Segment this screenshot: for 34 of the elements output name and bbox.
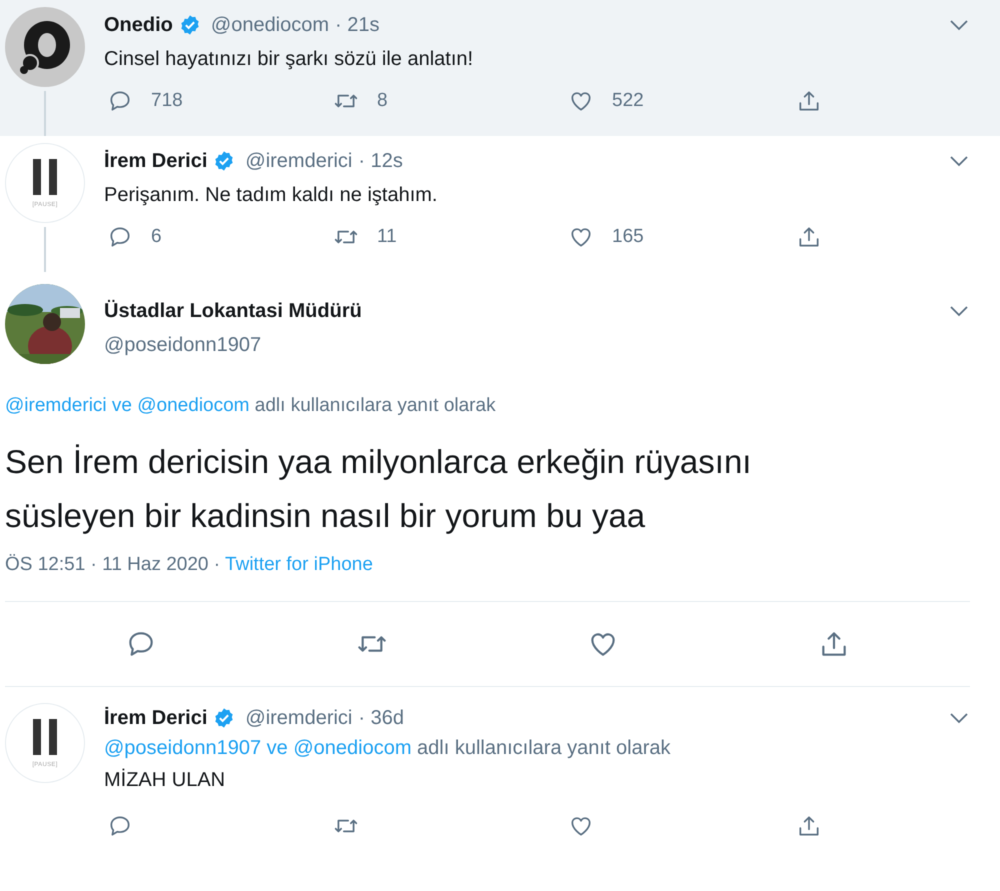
author-handle[interactable]: @iremderici	[245, 703, 352, 733]
tweet-text: Cinsel hayatınızı bir şarkı sözü ile anlatın!	[104, 47, 474, 72]
author-name[interactable]: Üstadlar Lokantasi Müdürü	[104, 296, 362, 326]
reply-context: @iremderici ve @onediocom adlı kullanıcılara yanıt olarak	[5, 394, 497, 418]
chevron-down-icon[interactable]	[948, 154, 970, 168]
tweet-time[interactable]: · 12s	[358, 146, 403, 176]
chevron-down-icon[interactable]	[948, 304, 970, 318]
action-count: 11	[377, 224, 397, 249]
author-handle[interactable]: @onediocom	[210, 10, 330, 40]
action-count: 8	[377, 88, 388, 113]
source-link[interactable]: Twitter for iPhone	[225, 554, 373, 574]
pause-icon	[30, 716, 60, 756]
mention-link[interactable]: @poseidonn1907 ve @onediocom	[104, 737, 412, 759]
author-name[interactable]: İrem Derici	[104, 703, 208, 733]
tweet-text: Perişanım. Ne tadım kaldı ne iştahım.	[104, 183, 438, 208]
action-count: 718	[151, 88, 183, 113]
reply-context: @poseidonn1907 ve @onediocom adlı kullanıcılara yanıt olarak	[104, 736, 672, 761]
chevron-down-icon[interactable]	[948, 711, 970, 725]
author-handle[interactable]: @iremderici	[245, 146, 352, 176]
tweet-date: ÖS 12:51 · 11 Haz 2020 · Twitter for iPhone	[5, 552, 374, 576]
tweet-text: Sen İrem dericisin yaa milyonlarca erkeğin rüyasını süsleyen bir kadinsin nasıl bir yorum bu yaa	[5, 442, 752, 536]
author-name[interactable]: İrem Derici	[104, 146, 208, 176]
mention-link[interactable]: @iremderici ve @onediocom	[5, 395, 250, 416]
tweet-text: MİZAH ULAN	[104, 768, 226, 793]
action-count: 522	[612, 88, 644, 113]
tweet-time[interactable]: · 21s	[335, 10, 380, 40]
tweet[interactable]: Onedio @onediocom · 21s Cinsel hayatınızı bir şarkı sözü ile anlatın! 718 8 522	[0, 0, 1000, 136]
chevron-down-icon[interactable]	[948, 18, 970, 32]
pause-icon	[30, 156, 60, 196]
action-count: 165	[612, 224, 644, 249]
tweet-time[interactable]: · 36d	[358, 703, 404, 733]
action-count: 6	[151, 224, 162, 249]
author-handle[interactable]: @poseidonn1907	[104, 330, 970, 360]
author-name[interactable]: Onedio	[104, 10, 173, 40]
